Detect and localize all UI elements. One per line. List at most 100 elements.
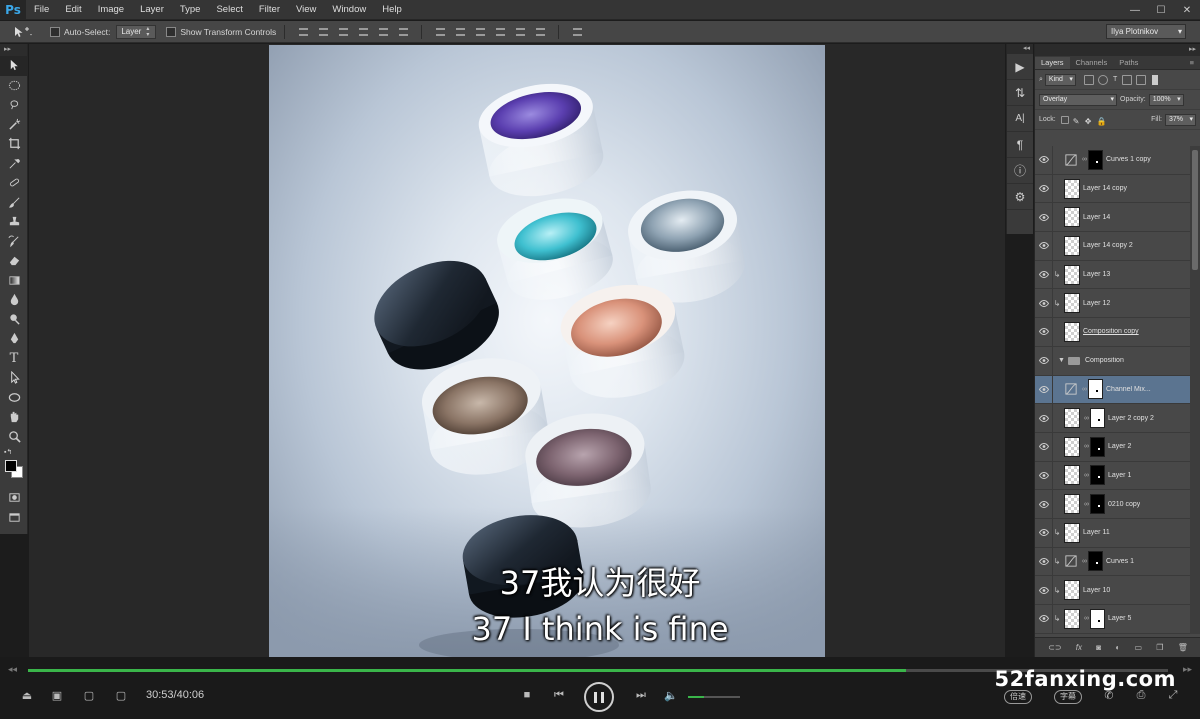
menu-filter[interactable]: Filter bbox=[251, 0, 288, 20]
layer-mask-thumbnail[interactable] bbox=[1090, 465, 1105, 486]
minimize-button[interactable]: — bbox=[1122, 0, 1148, 20]
rewind-icon[interactable]: ◂◂ bbox=[8, 664, 17, 675]
marquee-tool[interactable] bbox=[0, 76, 28, 96]
stop-button[interactable]: ■ bbox=[520, 688, 534, 702]
show-transform-checkbox[interactable] bbox=[166, 26, 177, 37]
history-brush-tool[interactable] bbox=[0, 232, 28, 252]
distribute-top-icon[interactable] bbox=[432, 25, 448, 39]
link-layers-icon[interactable]: ⊂⊃ bbox=[1048, 643, 1061, 652]
layer-row[interactable]: ∞ Curves 1 copy bbox=[1035, 146, 1200, 175]
dock-tool-presets-button[interactable]: ⚙ bbox=[1007, 184, 1033, 210]
visibility-eye-icon[interactable] bbox=[1035, 404, 1053, 432]
eject-icon[interactable]: ⏏ bbox=[20, 688, 34, 702]
clone-stamp-tool[interactable] bbox=[0, 212, 28, 232]
align-bottom-icon[interactable] bbox=[335, 25, 351, 39]
document-canvas[interactable] bbox=[269, 45, 825, 657]
layer-thumbnail[interactable] bbox=[1064, 408, 1080, 429]
link-chain-icon[interactable]: ∞ bbox=[1082, 386, 1087, 393]
shape-tool[interactable] bbox=[0, 388, 28, 408]
layer-thumbnail[interactable] bbox=[1064, 235, 1080, 256]
opacity-input[interactable]: 100% bbox=[1148, 93, 1184, 106]
menu-image[interactable]: Image bbox=[90, 0, 132, 20]
type-tool[interactable]: T bbox=[0, 349, 28, 369]
layer-thumbnail[interactable] bbox=[1064, 293, 1080, 314]
link-chain-icon[interactable]: ∞ bbox=[1082, 558, 1087, 565]
trash-icon[interactable]: 🗑 bbox=[1178, 643, 1188, 652]
layer-row[interactable]: ∞ 0210 copy bbox=[1035, 490, 1200, 519]
layer-thumbnail[interactable] bbox=[1064, 207, 1080, 228]
info-icon[interactable]: ▣ bbox=[50, 688, 64, 702]
dodge-tool[interactable] bbox=[0, 310, 28, 330]
phone-icon[interactable]: ✆ bbox=[1102, 688, 1116, 702]
lock-pixels-icon[interactable]: ✎ bbox=[1073, 116, 1081, 126]
visibility-eye-icon[interactable] bbox=[1035, 346, 1053, 375]
layer-mask-thumbnail[interactable] bbox=[1088, 149, 1103, 170]
layer-row[interactable]: ↳ Layer 12 bbox=[1035, 289, 1200, 319]
fill-input[interactable]: 37% bbox=[1164, 113, 1196, 126]
layer-row[interactable]: ↳ ∞ Curves 1 bbox=[1035, 547, 1200, 577]
visibility-eye-icon[interactable] bbox=[1035, 605, 1053, 633]
menu-layer[interactable]: Layer bbox=[132, 0, 172, 20]
layer-thumbnail[interactable] bbox=[1064, 580, 1080, 601]
maximize-button[interactable]: ☐ bbox=[1148, 0, 1174, 20]
add-mask-icon[interactable]: ◙ bbox=[1096, 643, 1101, 652]
visibility-eye-icon[interactable] bbox=[1035, 203, 1053, 232]
new-layer-icon[interactable]: ❐ bbox=[1156, 643, 1163, 652]
tab-paths[interactable]: Paths bbox=[1113, 57, 1144, 69]
pixel-filter-icon[interactable] bbox=[1083, 74, 1094, 85]
distribute-bottom-icon[interactable] bbox=[472, 25, 488, 39]
type-filter-icon[interactable]: T bbox=[1113, 76, 1117, 83]
layer-thumbnail[interactable] bbox=[1064, 436, 1080, 457]
adjustment-filter-icon[interactable] bbox=[1097, 74, 1108, 85]
layer-mask-thumbnail[interactable] bbox=[1088, 551, 1103, 572]
layer-mask-thumbnail[interactable] bbox=[1090, 494, 1105, 515]
layer-row[interactable]: ↳ Layer 10 bbox=[1035, 576, 1200, 605]
layer-thumbnail[interactable] bbox=[1064, 264, 1080, 285]
next-button[interactable]: ⏭ bbox=[634, 688, 648, 702]
visibility-eye-icon[interactable] bbox=[1035, 375, 1053, 404]
menu-select[interactable]: Select bbox=[208, 0, 250, 20]
layer-mask-thumbnail[interactable] bbox=[1090, 408, 1105, 429]
scroll-thumb[interactable] bbox=[1192, 150, 1198, 270]
visibility-eye-icon[interactable] bbox=[1035, 576, 1053, 604]
volume-icon[interactable]: 🔈 bbox=[664, 688, 678, 702]
dock-paragraph-button[interactable]: ¶ bbox=[1007, 132, 1033, 158]
volume-slider[interactable] bbox=[688, 696, 740, 698]
layers-panel-collapse[interactable]: ▸▸ bbox=[1035, 44, 1200, 56]
speed-button[interactable]: 倍速 bbox=[1004, 690, 1032, 704]
move-tool-preset-picker[interactable] bbox=[6, 24, 40, 40]
layer-row[interactable]: ∞ Layer 2 bbox=[1035, 432, 1200, 462]
layer-row[interactable]: ↳ ∞ Layer 5 bbox=[1035, 605, 1200, 634]
fullscreen-icon[interactable]: ⤢ bbox=[1166, 688, 1180, 702]
layer-row[interactable]: Layer 14 bbox=[1035, 203, 1200, 233]
lock-position-icon[interactable]: ✥ bbox=[1085, 116, 1093, 126]
visibility-eye-icon[interactable] bbox=[1035, 518, 1053, 547]
distribute-left-icon[interactable] bbox=[492, 25, 508, 39]
shape-filter-icon[interactable] bbox=[1122, 74, 1133, 85]
visibility-eye-icon[interactable] bbox=[1035, 547, 1053, 576]
visibility-eye-icon[interactable] bbox=[1035, 318, 1053, 346]
visibility-eye-icon[interactable] bbox=[1035, 146, 1053, 174]
filter-kind-dropdown[interactable]: Kind bbox=[1044, 73, 1076, 86]
link-chain-icon[interactable]: ∞ bbox=[1084, 443, 1089, 450]
panel-menu-icon[interactable]: ≡ bbox=[1184, 57, 1200, 69]
layer-row[interactable]: ↳ Layer 11 bbox=[1035, 518, 1200, 548]
layer-thumbnail[interactable] bbox=[1064, 494, 1080, 515]
healing-brush-tool[interactable] bbox=[0, 173, 28, 193]
gradient-tool[interactable] bbox=[0, 271, 28, 291]
smart-object-filter-icon[interactable] bbox=[1136, 74, 1147, 85]
brush-tool[interactable] bbox=[0, 193, 28, 213]
fast-forward-icon[interactable]: ▸▸ bbox=[1183, 664, 1192, 675]
visibility-eye-icon[interactable] bbox=[1035, 289, 1053, 318]
zoom-tool[interactable] bbox=[0, 427, 28, 447]
distribute-hcenter-icon[interactable] bbox=[512, 25, 528, 39]
close-button[interactable]: ✕ bbox=[1174, 0, 1200, 20]
pen-tool[interactable] bbox=[0, 329, 28, 349]
layers-scrollbar[interactable] bbox=[1190, 146, 1200, 634]
tab-layers[interactable]: Layers bbox=[1035, 57, 1070, 69]
swap-colors[interactable]: ▪↰ bbox=[0, 446, 28, 458]
workspace-switcher[interactable]: Ilya Plotnikov bbox=[1106, 24, 1186, 39]
comment-icon[interactable]: ▢ bbox=[82, 688, 96, 702]
foreground-color[interactable] bbox=[5, 460, 17, 472]
layer-thumbnail[interactable] bbox=[1064, 522, 1080, 543]
